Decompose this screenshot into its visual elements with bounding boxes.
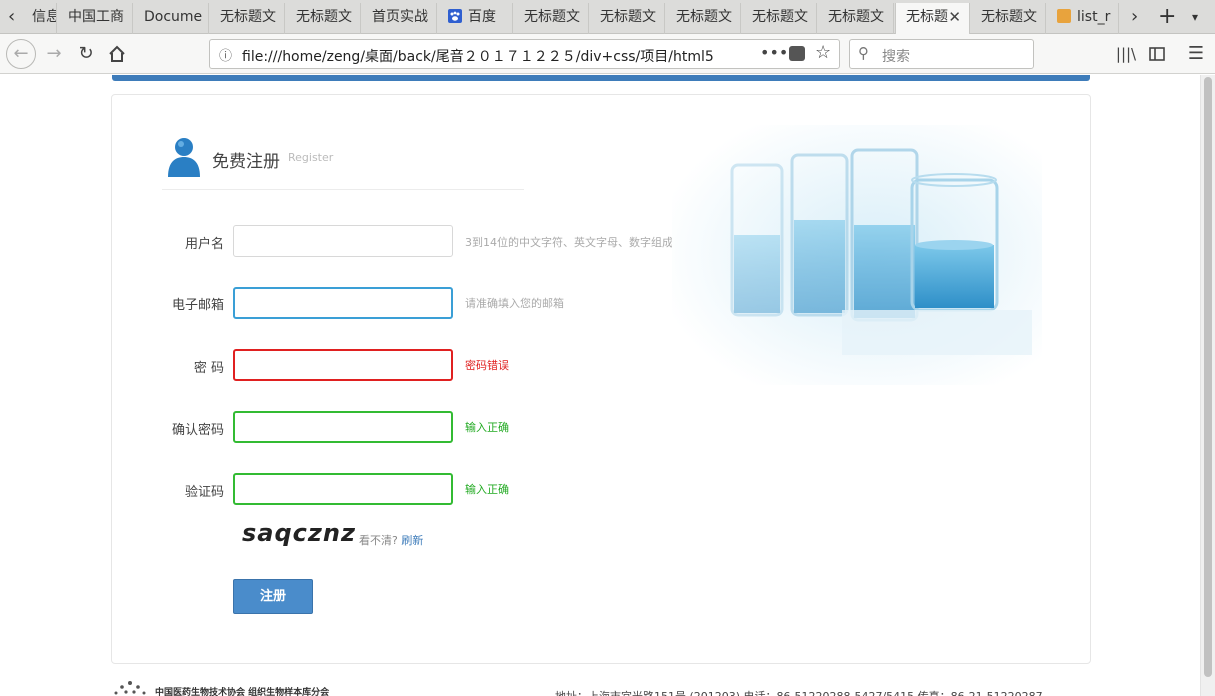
search-placeholder: 搜索 <box>882 49 910 65</box>
confirm-password-input[interactable] <box>233 411 453 443</box>
search-icon: ⚲ <box>858 44 869 62</box>
captcha-refresh-area: 看不清? 刷新 <box>359 532 423 548</box>
library-icon[interactable]: |||\ <box>1112 40 1140 68</box>
captcha-input[interactable] <box>233 473 453 505</box>
register-button[interactable]: 注册 <box>233 579 313 614</box>
search-input[interactable]: ⚲ 搜索 <box>849 39 1034 69</box>
email-input[interactable] <box>233 287 453 319</box>
baidu-paw-icon <box>448 5 462 23</box>
scrollbar-thumb[interactable] <box>1204 77 1212 677</box>
tab[interactable]: 中国工商 <box>58 3 133 34</box>
captcha-refresh-link[interactable]: 刷新 <box>401 534 423 547</box>
tab[interactable]: 无标题文 <box>818 3 894 34</box>
email-label: 电子邮箱 <box>171 298 224 313</box>
url-text[interactable]: file:///home/zeng/桌面/back/尾音２０１７１２２５/div… <box>242 46 730 66</box>
footer-org-name: 中国医药生物技术协会 组织生物样本库分会 <box>155 688 330 696</box>
register-heading: 免费注册 Register <box>162 135 524 190</box>
menu-icon[interactable]: ☰ <box>1182 40 1210 68</box>
tab[interactable]: 首页实战 <box>362 3 437 34</box>
folder-icon <box>1057 9 1071 23</box>
back-arrow-icon[interactable]: ← <box>6 39 36 69</box>
password-input[interactable] <box>233 349 453 381</box>
tab[interactable]: 无标题文 <box>514 3 589 34</box>
captcha-unclear-text: 看不清? <box>359 534 398 547</box>
footer-address: 地址：上海市宜光路151号 (201203) 电话：86-51220288-54… <box>555 688 1043 696</box>
register-title: 免费注册 <box>212 152 280 172</box>
tab[interactable]: 百度 <box>438 3 513 34</box>
new-tab-icon[interactable]: + <box>1158 4 1176 30</box>
lab-glassware-image <box>672 125 1042 385</box>
tab-scroll-left-icon[interactable]: ‹ <box>8 4 15 30</box>
password-label: 密 码 <box>193 361 224 376</box>
user-avatar-icon <box>166 135 202 181</box>
tab[interactable]: Docume <box>134 3 209 34</box>
bookmark-star-icon[interactable]: ☆ <box>815 42 831 63</box>
url-bar[interactable]: ⓘ file:///home/zeng/桌面/back/尾音２０１７１２２５/d… <box>209 39 840 69</box>
navigation-bar: ← → ↻ ⓘ file:///home/zeng/桌面/back/尾音２０１７… <box>0 34 1215 74</box>
header-blue-bar <box>112 75 1090 81</box>
tab-list-chevron-down-icon[interactable]: ▾ <box>1192 4 1198 30</box>
tab[interactable]: list_r <box>1047 3 1119 34</box>
forward-arrow-icon[interactable]: → <box>40 40 68 68</box>
captcha-image: saqcznz <box>242 519 356 547</box>
page-scrollbar[interactable] <box>1200 75 1215 696</box>
username-hint: 3到14位的中文字符、英文字母、数字组成 <box>465 236 673 249</box>
tab-bar: ‹ 信息 中国工商 Docume 无标题文 无标题文 首页实战 百度 无标题文 … <box>0 0 1215 34</box>
register-subtitle: Register <box>288 151 334 164</box>
tab-scroll-right-icon[interactable]: › <box>1131 4 1138 30</box>
confirm-password-hint: 输入正确 <box>465 421 509 434</box>
confirm-password-label: 确认密码 <box>171 423 224 438</box>
info-icon[interactable]: ⓘ <box>219 45 232 64</box>
close-tab-icon[interactable]: ✕ <box>948 3 961 31</box>
username-input[interactable] <box>233 225 453 257</box>
email-hint: 请准确填入您的邮箱 <box>465 297 564 310</box>
reload-icon[interactable]: ↻ <box>72 40 100 68</box>
tab[interactable]: 信息 <box>22 3 57 34</box>
captcha-label: 验证码 <box>184 485 224 500</box>
tab[interactable]: 无标题文 <box>286 3 361 34</box>
pocket-icon[interactable] <box>789 46 805 61</box>
sidebar-toggle-icon[interactable] <box>1143 40 1171 68</box>
page-viewport: 免费注册 Register 用户名 3到14位的中文字符、英文字母、数字组成 电… <box>0 75 1200 696</box>
tab[interactable]: 无标题文 <box>971 3 1046 34</box>
password-error-hint: 密码错误 <box>465 359 509 372</box>
register-panel: 免费注册 Register 用户名 3到14位的中文字符、英文字母、数字组成 电… <box>111 94 1091 664</box>
tab[interactable]: 无标题文 <box>742 3 817 34</box>
footer: 中国医药生物技术协会 组织生物样本库分会 地址：上海市宜光路151号 (2012… <box>112 675 1090 696</box>
username-label: 用户名 <box>184 237 224 252</box>
tab-active[interactable]: 无标题 ✕ <box>895 3 970 34</box>
tab[interactable]: 无标题文 <box>666 3 741 34</box>
association-logo-icon <box>112 679 148 696</box>
home-icon[interactable] <box>103 40 131 68</box>
page-actions-icon[interactable]: ••• <box>760 43 788 62</box>
tab[interactable]: 无标题文 <box>590 3 665 34</box>
tab[interactable]: 无标题文 <box>210 3 285 34</box>
captcha-hint: 输入正确 <box>465 483 509 496</box>
